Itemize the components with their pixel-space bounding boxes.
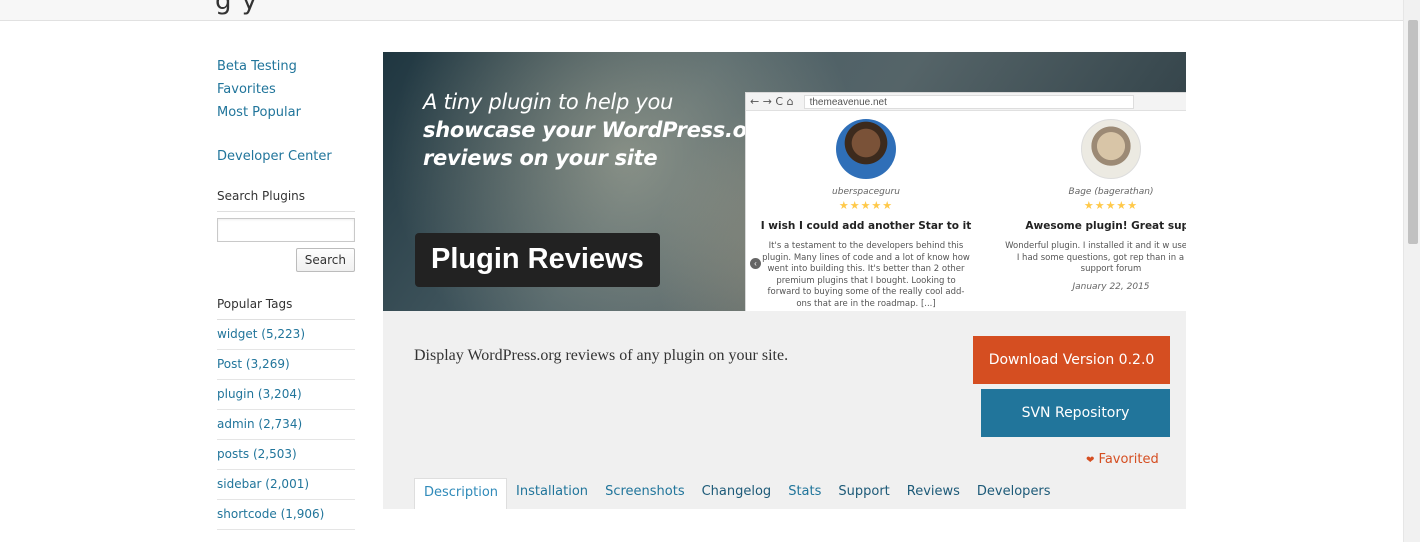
reviewer-avatar bbox=[1081, 119, 1141, 179]
reviewer-avatar bbox=[836, 119, 896, 179]
tagline-line-3: reviews on your site bbox=[423, 146, 658, 170]
plugin-short-description: Display WordPress.org reviews of any plu… bbox=[414, 347, 789, 364]
search-input[interactable] bbox=[217, 218, 355, 242]
review-body: It's a testament to the developers behin… bbox=[762, 241, 970, 309]
tag-link-post[interactable]: Post (3,269) bbox=[217, 350, 355, 379]
tag-link-admin[interactable]: admin (2,734) bbox=[217, 410, 355, 439]
mockup-url: themeavenue.net bbox=[803, 94, 1134, 109]
tag-link-posts[interactable]: posts (2,503) bbox=[217, 440, 355, 469]
scrollbar-thumb[interactable] bbox=[1408, 20, 1418, 244]
tag-item: widget (5,223) bbox=[217, 320, 355, 350]
tagline-line-2: showcase your WordPress.org bbox=[423, 118, 772, 142]
sidebar-link-developer-center[interactable]: Developer Center bbox=[217, 145, 355, 168]
tagline-line-1: A tiny plugin to help you bbox=[423, 90, 674, 114]
tab-description[interactable]: Description bbox=[414, 478, 508, 509]
banner-tagline: A tiny plugin to help you showcase your … bbox=[423, 88, 772, 172]
review-stars: ★★★★★ bbox=[838, 199, 894, 212]
sidebar-link-beta-testing[interactable]: Beta Testing bbox=[217, 55, 355, 78]
tab-developers[interactable]: Developers bbox=[968, 478, 1059, 509]
plugin-name-badge: Plugin Reviews bbox=[415, 233, 660, 287]
site-header: g y bbox=[0, 0, 1403, 21]
mockup-review-card: Bage (bagerathan) ★★★★★ Awesome plugin! … bbox=[991, 115, 1186, 292]
mockup-nav-icons: ← → C ⌂ bbox=[750, 95, 794, 108]
popular-tags-list: widget (5,223) Post (3,269) plugin (3,20… bbox=[217, 320, 355, 530]
review-body: Wonderful plugin. I installed it and it … bbox=[1005, 241, 1186, 274]
tag-link-plugin[interactable]: plugin (3,204) bbox=[217, 380, 355, 409]
plugin-banner: A tiny plugin to help you showcase your … bbox=[383, 52, 1186, 311]
search-button[interactable]: Search bbox=[295, 248, 355, 272]
tag-link-widget[interactable]: widget (5,223) bbox=[217, 320, 355, 349]
search-plugins-heading: Search Plugins bbox=[217, 189, 355, 212]
mockup-review-card: uberspaceguru ★★★★★ I wish I could add a… bbox=[746, 115, 986, 310]
download-button[interactable]: Download Version 0.2.0 bbox=[973, 336, 1170, 384]
tag-item: sidebar (2,001) bbox=[217, 470, 355, 500]
tab-stats[interactable]: Stats bbox=[779, 478, 829, 509]
tag-item: posts (2,503) bbox=[217, 440, 355, 470]
tag-item: shortcode (1,906) bbox=[217, 500, 355, 530]
site-title-fragment: g y bbox=[215, 0, 259, 16]
tag-link-sidebar[interactable]: sidebar (2,001) bbox=[217, 470, 355, 499]
tag-item: admin (2,734) bbox=[217, 410, 355, 440]
tag-item: plugin (3,204) bbox=[217, 380, 355, 410]
vertical-scrollbar[interactable] bbox=[1403, 0, 1420, 542]
review-title: Awesome plugin! Great supp bbox=[1025, 220, 1186, 232]
heart-icon: ❤ bbox=[1086, 455, 1095, 466]
mockup-address-bar: ← → C ⌂ themeavenue.net bbox=[746, 93, 1186, 111]
sidebar-link-most-popular[interactable]: Most Popular bbox=[217, 101, 355, 124]
tab-screenshots[interactable]: Screenshots bbox=[596, 478, 693, 509]
review-title: I wish I could add another Star to it bbox=[760, 220, 972, 232]
tab-installation[interactable]: Installation bbox=[507, 478, 596, 509]
sidebar-link-favorites[interactable]: Favorites bbox=[217, 78, 355, 101]
banner-browser-mockup: ← → C ⌂ themeavenue.net ‹ uberspaceguru … bbox=[745, 92, 1186, 311]
plugin-tabs: Description Installation Screenshots Cha… bbox=[414, 478, 1059, 509]
reviewer-name: Bage (bagerathan) bbox=[1068, 187, 1154, 197]
reviewer-name: uberspaceguru bbox=[832, 187, 900, 197]
sidebar-nav: Beta Testing Favorites Most Popular bbox=[217, 55, 355, 124]
tag-link-shortcode[interactable]: shortcode (1,906) bbox=[217, 500, 355, 529]
tab-changelog[interactable]: Changelog bbox=[693, 478, 780, 509]
review-stars: ★★★★★ bbox=[1083, 199, 1139, 212]
search-row: Search bbox=[217, 248, 355, 272]
tab-reviews[interactable]: Reviews bbox=[898, 478, 968, 509]
review-date: January 22, 2015 bbox=[1072, 281, 1150, 292]
plugin-main: A tiny plugin to help you showcase your … bbox=[383, 52, 1186, 509]
tag-item: Post (3,269) bbox=[217, 350, 355, 380]
favorited-label: Favorited bbox=[1098, 452, 1159, 467]
favorited-link[interactable]: ❤ Favorited bbox=[1086, 452, 1159, 467]
svn-repository-button[interactable]: SVN Repository bbox=[981, 389, 1170, 437]
sidebar: Beta Testing Favorites Most Popular Deve… bbox=[217, 55, 355, 530]
popular-tags-heading: Popular Tags bbox=[217, 297, 355, 320]
tab-support[interactable]: Support bbox=[829, 478, 897, 509]
